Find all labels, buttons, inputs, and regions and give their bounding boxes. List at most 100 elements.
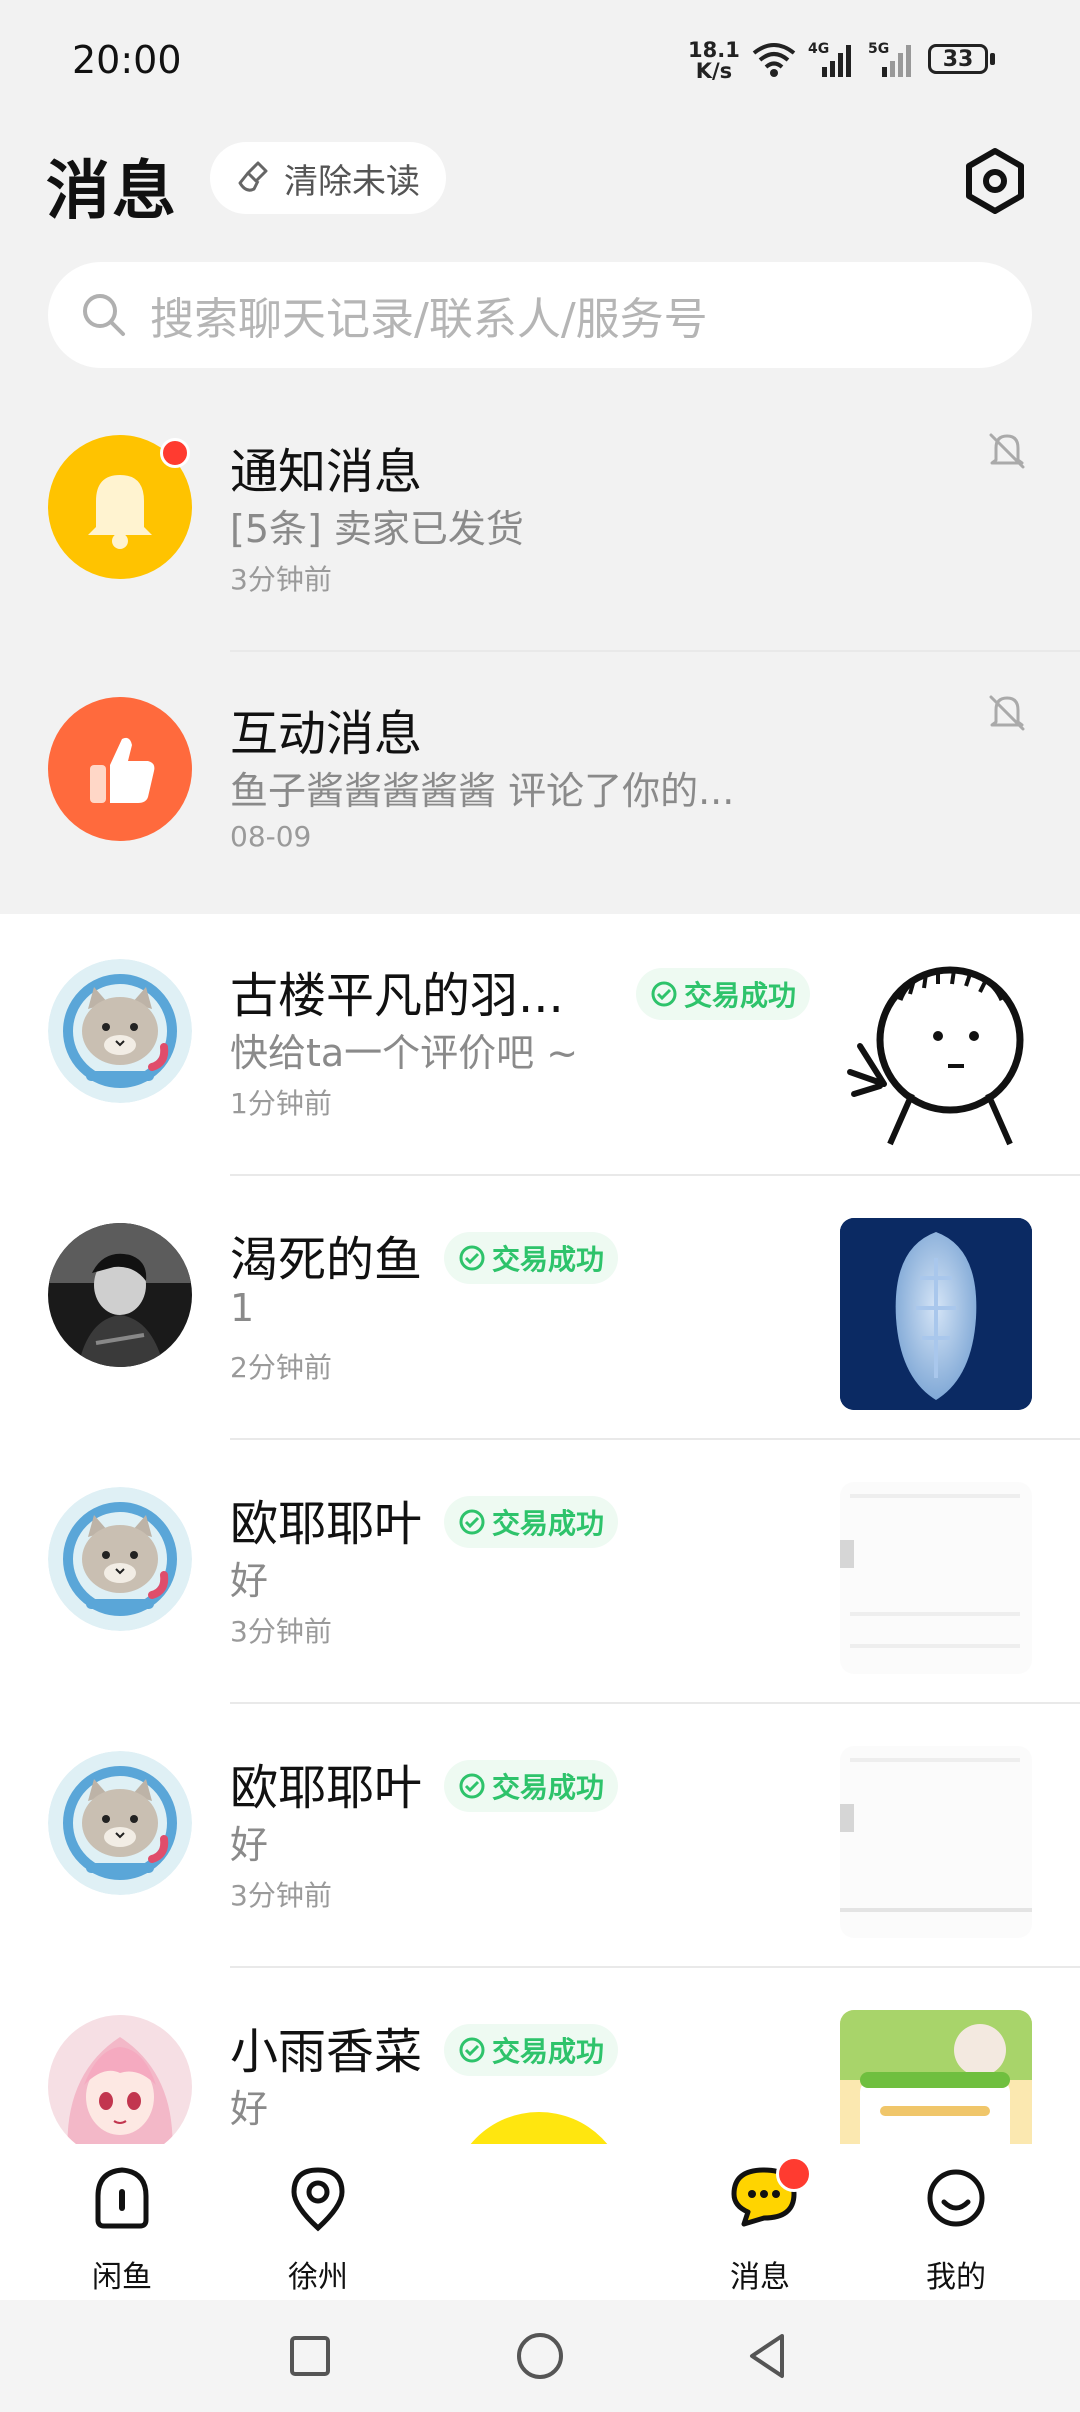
chat-name: 欧耶耶叶 bbox=[230, 1760, 423, 1816]
broom-icon bbox=[238, 161, 268, 192]
chat-preview: 1 bbox=[230, 1286, 255, 1330]
page-title: 消息 bbox=[46, 155, 178, 229]
tab-label: 消息 bbox=[730, 2260, 790, 2295]
game-screenshot-thumbnail bbox=[840, 2010, 1032, 2144]
triangle-back-icon bbox=[750, 2334, 784, 2378]
status-badge: 交易成功 bbox=[636, 968, 811, 1020]
chat-time: 3分钟前 bbox=[230, 1879, 332, 1912]
row-title: 互动消息 bbox=[230, 706, 423, 762]
status-label: 交易成功 bbox=[492, 2035, 605, 2068]
row-divider bbox=[230, 1966, 1080, 1968]
recents-button[interactable] bbox=[282, 2328, 338, 2384]
anime-avatar bbox=[48, 2015, 192, 2144]
status-badge: 交易成功 bbox=[444, 1760, 619, 1812]
chat-preview: 快给ta一个评价吧 ~ bbox=[230, 1031, 579, 1075]
interaction-row[interactable]: 互动消息 鱼子酱酱酱酱酱 评论了你的... 08-09 bbox=[0, 652, 1080, 914]
signal-4g-icon: 4G bbox=[808, 41, 851, 77]
unread-dot bbox=[160, 438, 190, 468]
chat-row[interactable]: 欧耶耶叶 交易成功 好 3分钟前 bbox=[0, 1706, 1080, 1968]
clear-unread-label: 清除未读 bbox=[284, 161, 420, 202]
tab-label: 我的 bbox=[926, 2260, 986, 2295]
status-badge: 交易成功 bbox=[444, 1232, 619, 1284]
chat-row[interactable]: 渴死的鱼 交易成功 1 2分钟前 bbox=[0, 1178, 1080, 1440]
notification-row[interactable]: 通知消息 [5条] 卖家已发货 3分钟前 bbox=[0, 390, 1080, 652]
status-label: 交易成功 bbox=[684, 979, 797, 1012]
speed-unit: K/s bbox=[695, 59, 733, 83]
thumbs-up-icon bbox=[90, 737, 155, 803]
home-nav-button[interactable] bbox=[512, 2328, 568, 2384]
profile-icon bbox=[927, 2169, 985, 2227]
row-time: 08-09 bbox=[230, 820, 312, 853]
chat-name: 欧耶耶叶 bbox=[230, 1496, 423, 1552]
chat-row[interactable]: 古楼平凡的羽... 交易成功 快给ta一个评价吧 ~ 1分钟前 bbox=[0, 914, 1080, 1176]
row-preview: 鱼子酱酱酱酱酱 评论了你的... bbox=[230, 769, 735, 813]
speed-value: 18.1 bbox=[688, 38, 740, 62]
row-time: 3分钟前 bbox=[230, 563, 332, 596]
row-title: 通知消息 bbox=[230, 444, 423, 500]
row-divider bbox=[230, 1438, 1080, 1440]
status-label: 交易成功 bbox=[492, 1243, 605, 1276]
location-icon bbox=[291, 2167, 345, 2232]
doodle-sticker-thumbnail bbox=[840, 954, 1032, 1146]
chat-preview: 好 bbox=[230, 2087, 269, 2131]
network-speed: 18.1 K/s bbox=[688, 40, 740, 82]
search-icon bbox=[83, 294, 125, 336]
chat-row[interactable]: 欧耶耶叶 交易成功 好 3分钟前 bbox=[0, 1442, 1080, 1704]
header: 消息 清除未读 bbox=[0, 130, 1080, 230]
battery-icon: 33 bbox=[928, 44, 995, 74]
photo-avatar bbox=[48, 1223, 192, 1367]
chat-time: 2分钟前 bbox=[230, 1351, 332, 1384]
row-divider bbox=[230, 1174, 1080, 1176]
check-circle-icon bbox=[459, 1773, 485, 1799]
search-input[interactable]: 搜索聊天记录/联系人/服务号 bbox=[48, 262, 1032, 368]
status-label: 交易成功 bbox=[492, 1771, 605, 1804]
chat-time: 3分钟前 bbox=[230, 1615, 332, 1648]
settings-icon bbox=[966, 148, 1024, 214]
status-label: 交易成功 bbox=[492, 1507, 605, 1540]
bottom-tab-bar: 闲鱼 徐州 消息 我的 bbox=[0, 2144, 1080, 2300]
check-circle-icon bbox=[459, 1245, 485, 1271]
chat-name: 小雨香菜 bbox=[230, 2024, 423, 2080]
row-divider bbox=[230, 1702, 1080, 1704]
settings-button[interactable] bbox=[960, 146, 1030, 216]
tab-messages[interactable]: 消息 bbox=[700, 2156, 820, 2295]
chat-time: 1分钟前 bbox=[230, 1087, 332, 1120]
search-placeholder: 搜索聊天记录/联系人/服务号 bbox=[150, 294, 708, 345]
cat-avatar bbox=[48, 1487, 192, 1631]
tab-profile[interactable]: 我的 bbox=[896, 2162, 1016, 2295]
svg-text:4G: 4G bbox=[808, 41, 829, 57]
thumbs-avatar bbox=[48, 697, 192, 841]
check-circle-icon bbox=[459, 1509, 485, 1535]
wifi-icon bbox=[752, 43, 796, 77]
home-icon bbox=[95, 2167, 149, 2229]
muted-bell-icon bbox=[982, 426, 1032, 476]
circle-icon bbox=[517, 2333, 563, 2379]
chat-preview: 好 bbox=[230, 1823, 269, 1867]
system-nav-bar bbox=[0, 2300, 1080, 2412]
chat-name: 渴死的鱼 bbox=[230, 1232, 423, 1288]
tab-location[interactable]: 徐州 bbox=[258, 2162, 378, 2295]
back-button[interactable] bbox=[740, 2328, 796, 2384]
blurred-screenshot-thumbnail bbox=[840, 1482, 1032, 1674]
jade-pendant-thumbnail bbox=[840, 1218, 1032, 1410]
tab-home[interactable]: 闲鱼 bbox=[62, 2162, 182, 2295]
battery-level: 33 bbox=[928, 44, 988, 74]
blurred-screenshot-thumbnail bbox=[840, 1746, 1032, 1938]
chat-name: 古楼平凡的羽... bbox=[230, 968, 564, 1024]
status-icons: 4G 5G 33 bbox=[752, 34, 995, 84]
row-preview: [5条] 卖家已发货 bbox=[230, 507, 524, 551]
status-time: 20:00 bbox=[72, 38, 182, 82]
clear-unread-button[interactable]: 清除未读 bbox=[210, 142, 446, 214]
tab-label: 闲鱼 bbox=[92, 2260, 152, 2295]
svg-text:5G: 5G bbox=[868, 41, 889, 57]
chat-preview: 好 bbox=[230, 1559, 269, 1603]
status-badge: 交易成功 bbox=[444, 2024, 619, 2076]
signal-5g-icon: 5G bbox=[868, 41, 911, 77]
muted-bell-icon bbox=[982, 688, 1032, 738]
cat-avatar bbox=[48, 959, 192, 1103]
square-icon bbox=[290, 2336, 330, 2376]
check-circle-icon bbox=[651, 981, 677, 1007]
check-circle-icon bbox=[459, 2037, 485, 2063]
cat-avatar bbox=[48, 1751, 192, 1895]
unread-dot bbox=[776, 2156, 812, 2192]
